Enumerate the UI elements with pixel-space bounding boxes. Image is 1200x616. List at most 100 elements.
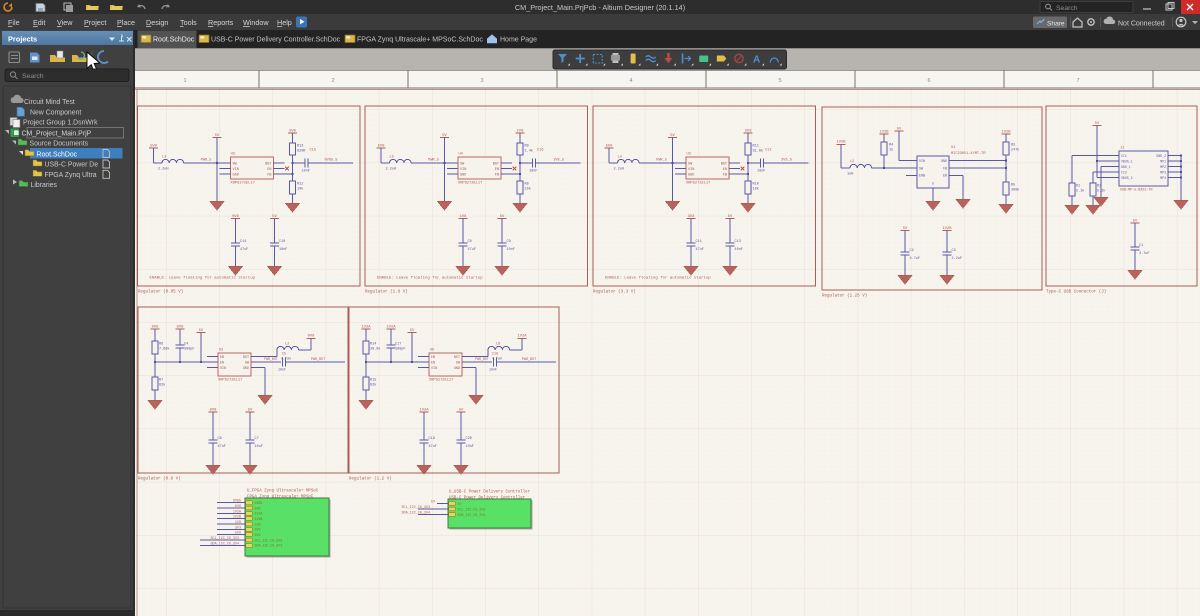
svg-text:C10: C10 <box>279 240 285 244</box>
svg-text:Source Documents: Source Documents <box>30 141 89 148</box>
svg-text:SDA_I2C_C0_3V4: SDA_I2C_C0_3V4 <box>255 544 283 548</box>
svg-text:SDA_I2C_C0_3V4: SDA_I2C_C0_3V4 <box>402 512 431 516</box>
svg-text:PWR_BST: PWR_BST <box>475 357 488 361</box>
svg-text:GND: GND <box>243 367 249 371</box>
svg-text:C8: C8 <box>468 240 472 244</box>
svg-text:1V2B: 1V2B <box>836 141 846 145</box>
svg-text:XRP6272EL17: XRP6272EL17 <box>458 182 482 186</box>
svg-text:GND: GND <box>941 159 947 163</box>
svg-text:Regulator (3.3 V): Regulator (3.3 V) <box>593 290 636 295</box>
svg-text:SCL_I2C_C0_3V3: SCL_I2C_C0_3V3 <box>402 506 431 510</box>
svg-text:0V9: 0V9 <box>235 505 241 509</box>
svg-text:L6: L6 <box>496 343 500 347</box>
svg-text:PWR_5: PWR_5 <box>656 159 667 163</box>
svg-text:390k: 390k <box>1011 188 1019 193</box>
svg-text:GND_2: GND_2 <box>1156 154 1166 158</box>
svg-text:5V: 5V <box>670 134 675 138</box>
svg-text:0V9: 0V9 <box>177 326 185 330</box>
svg-text:2.2uH: 2.2uH <box>386 168 397 172</box>
svg-text:R6: R6 <box>159 343 163 347</box>
svg-text:Regulator (1.25 V): Regulator (1.25 V) <box>822 294 867 299</box>
svg-text:C17: C17 <box>395 343 401 347</box>
svg-text:2.2uF: 2.2uF <box>952 257 963 261</box>
svg-text:10nF: 10nF <box>302 170 310 174</box>
svg-text:R1: R1 <box>1076 185 1080 189</box>
svg-text:0V85: 0V85 <box>233 500 241 504</box>
svg-text:GND: GND <box>454 367 460 371</box>
svg-text:C13: C13 <box>735 240 741 244</box>
svg-text:MIC23051-4YMT-TR: MIC23051-4YMT-TR <box>951 152 986 156</box>
svg-text:10nF: 10nF <box>278 368 286 372</box>
svg-text:EN: EN <box>943 174 947 178</box>
svg-text:GND: GND <box>233 174 239 178</box>
svg-text:5V: 5V <box>459 409 464 413</box>
svg-text:View: View <box>57 18 73 27</box>
svg-text:R10: R10 <box>753 183 759 187</box>
svg-text:Regulator (0.8 V): Regulator (0.8 V) <box>138 477 181 482</box>
svg-text:47uF: 47uF <box>429 445 437 449</box>
svg-text:BST: BST <box>265 163 271 167</box>
svg-text:1V2A: 1V2A <box>233 510 242 514</box>
svg-text:62k: 62k <box>159 383 165 388</box>
svg-text:SCL_I2C_C0_3V3: SCL_I2C_C0_3V3 <box>255 538 283 542</box>
svg-text:L4: L4 <box>618 156 622 160</box>
svg-text:10nF: 10nF <box>489 368 497 372</box>
svg-text:5: 5 <box>932 182 934 186</box>
svg-text:47uF: 47uF <box>218 445 226 449</box>
svg-text:Help: Help <box>277 18 292 27</box>
svg-text:C19: C19 <box>429 437 435 441</box>
svg-text:1V2B: 1V2B <box>879 131 889 135</box>
svg-text:Search: Search <box>22 73 44 80</box>
svg-text:1V2B: 1V2B <box>233 516 241 520</box>
svg-text:Libraries: Libraries <box>31 182 58 189</box>
svg-text:Share: Share <box>1047 21 1065 28</box>
svg-text:R13: R13 <box>297 145 303 149</box>
svg-text:1V8_S: 1V8_S <box>553 159 564 163</box>
svg-text:0V85_S: 0V85_S <box>325 159 338 163</box>
svg-text:C12: C12 <box>765 149 771 153</box>
svg-text:5V: 5V <box>897 128 902 132</box>
svg-text:30.9k: 30.9k <box>370 347 381 352</box>
svg-text:L2: L2 <box>850 160 854 164</box>
svg-text:VIN: VIN <box>460 168 466 172</box>
svg-text:Root.SchDoc: Root.SchDoc <box>153 37 195 44</box>
svg-text:5V: 5V <box>903 227 908 231</box>
svg-text:VIN: VIN <box>431 367 437 371</box>
svg-text:EB: EB <box>431 356 435 360</box>
svg-text:BST: BST <box>243 356 249 360</box>
svg-text:2.2uH: 2.2uH <box>158 168 169 172</box>
svg-text:1V8: 1V8 <box>460 215 468 219</box>
svg-text:BST: BST <box>493 163 499 167</box>
svg-text:XRP6272EL17: XRP6272EL17 <box>218 379 242 383</box>
svg-text:PWR_BST: PWR_BST <box>311 358 325 362</box>
svg-text:XRP6272EL17: XRP6272EL17 <box>231 182 255 186</box>
svg-text:1: 1 <box>183 78 186 84</box>
svg-text:EB: EB <box>220 356 224 360</box>
svg-text:31.6k: 31.6k <box>753 149 764 154</box>
svg-text:Circuit Mind Test: Circuit Mind Test <box>24 99 75 106</box>
svg-text:MP3: MP3 <box>1160 170 1166 174</box>
svg-text:1V2A: 1V2A <box>386 326 396 330</box>
svg-text:FPGA Zynq Ultrascale+ MPSoC: FPGA Zynq Ultrascale+ MPSoC <box>247 495 314 500</box>
svg-text:EN: EN <box>495 168 499 172</box>
svg-text:5V: 5V <box>272 215 277 219</box>
svg-text:5V: 5V <box>500 215 505 219</box>
svg-text:C20: C20 <box>466 437 472 441</box>
svg-text:2.2uH: 2.2uH <box>614 168 625 172</box>
svg-text:1V8: 1V8 <box>255 522 261 526</box>
svg-text:FPGA Zynq Ultrascale+ MPSoC.Sc: FPGA Zynq Ultrascale+ MPSoC.SchDoc <box>357 37 483 44</box>
svg-text:Regulator (0.85 V): Regulator (0.85 V) <box>138 290 183 295</box>
svg-text:6: 6 <box>927 78 930 84</box>
svg-text:MP2: MP2 <box>1160 165 1166 169</box>
svg-text:PWR_5: PWR_5 <box>201 159 212 163</box>
svg-text:USB-C Power Dе: USB-C Power Dе <box>45 162 99 169</box>
svg-text:SW: SW <box>919 166 923 170</box>
svg-text:U2: U2 <box>219 349 223 353</box>
svg-text:Project: Project <box>84 18 106 27</box>
svg-text:Home Page: Home Page <box>500 37 537 44</box>
svg-text:1V2A: 1V2A <box>517 335 527 339</box>
svg-text:5: 5 <box>778 78 781 84</box>
svg-text:C1: C1 <box>1139 244 1143 248</box>
svg-text:FB: FB <box>267 174 271 178</box>
svg-text:FB: FB <box>723 174 727 178</box>
